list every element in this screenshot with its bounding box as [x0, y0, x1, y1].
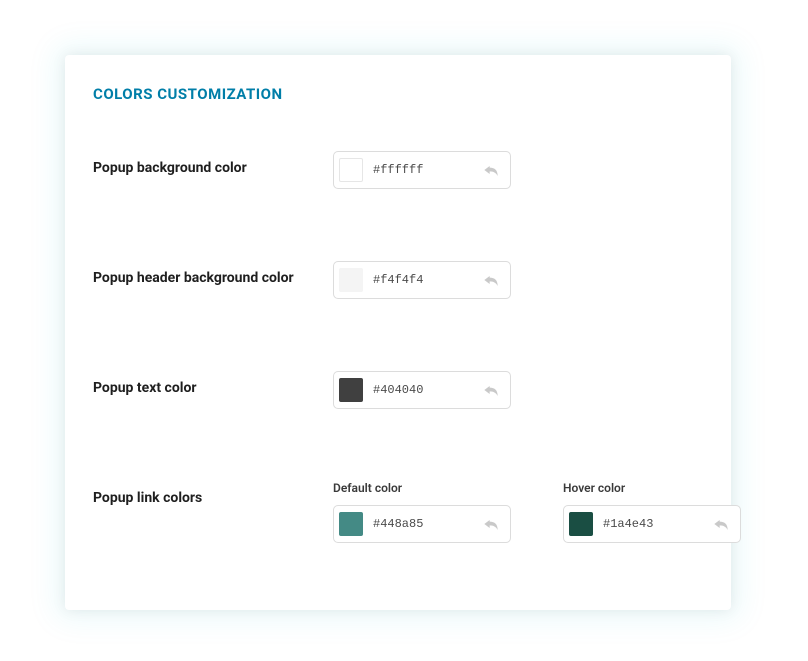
reset-link-hover[interactable] — [710, 513, 732, 535]
undo-icon — [483, 384, 499, 396]
section-title: COLORS CUSTOMIZATION — [93, 85, 703, 103]
reset-header-bg[interactable] — [480, 269, 502, 291]
sublabel-hover-color: Hover color — [563, 481, 741, 495]
undo-icon — [483, 518, 499, 530]
label-text-color: Popup text color — [93, 379, 333, 398]
hex-input-link-hover[interactable] — [603, 517, 710, 531]
color-input-popup-bg — [333, 151, 511, 189]
row-header-bg: Popup header background color — [93, 261, 703, 299]
undo-icon — [483, 164, 499, 176]
row-link-colors: Popup link colors Default color Hover co… — [93, 481, 703, 543]
undo-icon — [483, 274, 499, 286]
label-popup-bg: Popup background color — [93, 159, 333, 178]
hex-input-popup-bg[interactable] — [373, 163, 480, 177]
label-link-colors: Popup link colors — [93, 489, 333, 508]
swatch-link-default[interactable] — [339, 512, 363, 536]
swatch-link-hover[interactable] — [569, 512, 593, 536]
color-input-text-color — [333, 371, 511, 409]
color-input-link-default — [333, 505, 511, 543]
row-popup-bg: Popup background color — [93, 151, 703, 189]
color-input-header-bg — [333, 261, 511, 299]
color-input-link-hover — [563, 505, 741, 543]
swatch-popup-bg[interactable] — [339, 158, 363, 182]
row-text-color: Popup text color — [93, 371, 703, 409]
reset-link-default[interactable] — [480, 513, 502, 535]
sublabel-default-color: Default color — [333, 481, 511, 495]
label-header-bg: Popup header background color — [93, 269, 333, 288]
reset-popup-bg[interactable] — [480, 159, 502, 181]
hex-input-header-bg[interactable] — [373, 273, 480, 287]
reset-text-color[interactable] — [480, 379, 502, 401]
hex-input-text-color[interactable] — [373, 383, 480, 397]
settings-card: COLORS CUSTOMIZATION Popup background co… — [65, 55, 731, 610]
swatch-text-color[interactable] — [339, 378, 363, 402]
hex-input-link-default[interactable] — [373, 517, 480, 531]
undo-icon — [713, 518, 729, 530]
swatch-header-bg[interactable] — [339, 268, 363, 292]
